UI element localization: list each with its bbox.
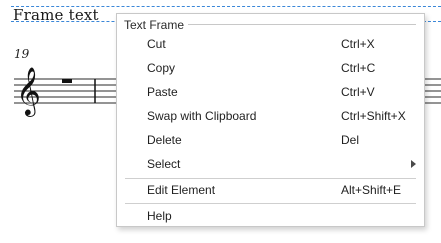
menu-item-select[interactable]: Select xyxy=(117,152,424,176)
menu-item-help[interactable]: Help xyxy=(117,204,424,228)
menu-item-cut[interactable]: Cut Ctrl+X xyxy=(117,32,424,56)
submenu-arrow-icon xyxy=(411,160,416,168)
menu-item-shortcut: Ctrl+V xyxy=(341,85,375,99)
menu-item-shortcut: Ctrl+C xyxy=(341,61,376,75)
menu-item-shortcut: Ctrl+X xyxy=(341,37,375,51)
treble-clef-icon: 𝄞 xyxy=(16,66,41,117)
menu-item-label: Paste xyxy=(147,85,178,99)
menu-item-swap-with-clipboard[interactable]: Swap with Clipboard Ctrl+Shift+X xyxy=(117,104,424,128)
menu-item-label: Select xyxy=(147,157,181,171)
menu-item-label: Cut xyxy=(147,37,166,51)
menu-item-paste[interactable]: Paste Ctrl+V xyxy=(117,80,424,104)
section-title-line xyxy=(187,24,416,25)
menu-item-shortcut: Alt+Shift+E xyxy=(341,183,402,197)
menu-item-label: Help xyxy=(147,209,172,223)
context-menu: Text Frame Cut Ctrl+X Copy Ctrl+C Paste … xyxy=(116,13,425,227)
menu-item-shortcut: Ctrl+Shift+X xyxy=(341,109,406,123)
menu-item-copy[interactable]: Copy Ctrl+C xyxy=(117,56,424,80)
menu-item-shortcut: Del xyxy=(341,133,360,147)
menu-item-edit-element[interactable]: Edit Element Alt+Shift+E xyxy=(117,178,424,202)
menu-item-delete[interactable]: Delete Del xyxy=(117,128,424,152)
menu-item-label: Swap with Clipboard xyxy=(147,109,257,123)
whole-rest-icon xyxy=(62,79,72,83)
menu-item-label: Copy xyxy=(147,61,176,75)
menu-item-label: Edit Element xyxy=(147,183,216,197)
menu-item-label: Delete xyxy=(147,133,182,147)
